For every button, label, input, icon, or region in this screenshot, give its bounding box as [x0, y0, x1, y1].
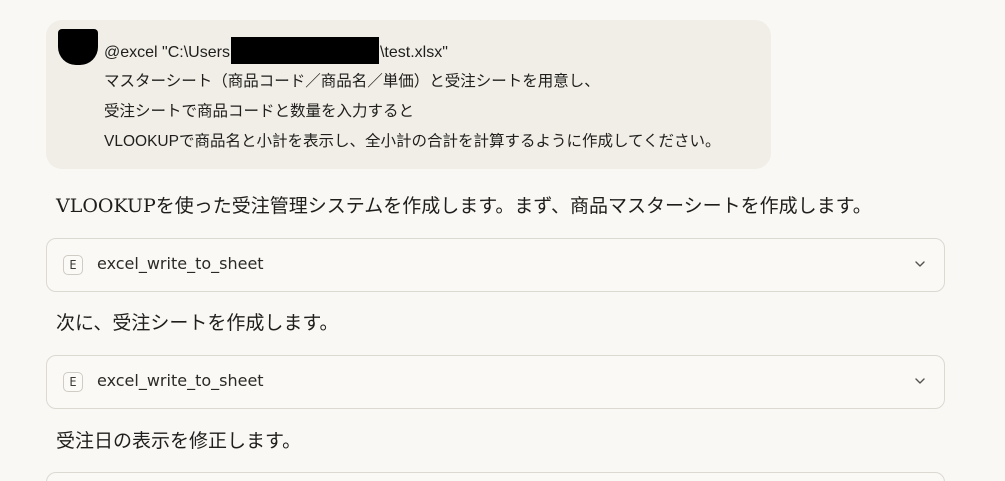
excel-badge-icon: E: [63, 372, 83, 392]
path-prefix: @excel "C:\Users: [104, 44, 230, 61]
tool-call-card-partial[interactable]: [46, 472, 945, 481]
tool-call-card[interactable]: E excel_write_to_sheet: [46, 238, 945, 292]
user-message-line: 受注シートで商品コードと数量を入力すると: [104, 103, 415, 120]
user-message-line-path: @excel "C:\Users \test.xlsx": [104, 37, 721, 67]
tool-call-name: excel_write_to_sheet: [97, 371, 264, 390]
assistant-message-step2: 次に、受注シートを作成します。: [56, 312, 339, 334]
tool-call-card[interactable]: E excel_write_to_sheet: [46, 355, 945, 409]
assistant-message-intro: VLOOKUPを使った受注管理システムを作成します。まず、商品マスターシートを作…: [56, 195, 872, 217]
excel-badge-icon: E: [63, 255, 83, 275]
assistant-message-step3: 受注日の表示を修正します。: [56, 430, 302, 452]
user-message-text: @excel "C:\Users \test.xlsx" マスターシート（商品コー…: [104, 37, 721, 157]
path-suffix: \test.xlsx": [379, 44, 448, 61]
chevron-down-icon[interactable]: [914, 375, 926, 387]
tool-call-name: excel_write_to_sheet: [97, 254, 264, 273]
user-message-line: VLOOKUPで商品名と小計を表示し、全小計の合計を計算するように作成してくださ…: [104, 133, 721, 150]
user-avatar: [58, 29, 98, 65]
chevron-down-icon[interactable]: [914, 258, 926, 270]
redaction-block: [230, 37, 379, 64]
user-message-line: マスターシート（商品コード／商品名／単価）と受注シートを用意し、: [104, 73, 600, 90]
